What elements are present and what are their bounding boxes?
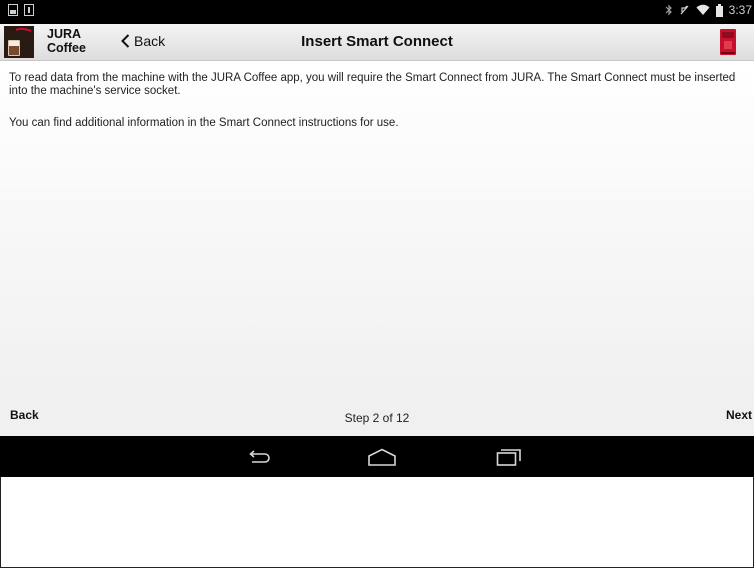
bluetooth-icon [665, 4, 672, 16]
chevron-left-icon [121, 34, 130, 48]
image-icon [8, 4, 18, 16]
back-button[interactable]: Back [121, 33, 165, 49]
back-icon [249, 450, 270, 463]
battery-icon [715, 3, 723, 17]
coffee-machine-icon[interactable] [720, 29, 736, 55]
step-navigation-bar: Back Step 2 of 12 Next [0, 401, 754, 436]
footer-back-button[interactable]: Back [10, 408, 39, 422]
nav-home-button[interactable] [362, 445, 402, 469]
page-title: Insert Smart Connect [301, 33, 453, 50]
jura-app-logo-icon [4, 26, 34, 58]
mute-icon [680, 5, 689, 15]
instruction-paragraph-2: You can find additional information in t… [9, 117, 399, 129]
wifi-icon [696, 4, 710, 15]
status-time: 3:37 [728, 3, 752, 17]
status-bar: 3:37 [0, 0, 754, 24]
app-title-line2: Coffee [47, 41, 86, 55]
system-nav-bar [0, 436, 754, 477]
step-indicator: Step 2 of 12 [344, 411, 410, 425]
footer-next-button[interactable]: Next [726, 408, 752, 422]
back-button-label: Back [134, 33, 166, 49]
instruction-paragraph-1: To read data from the machine with the J… [9, 72, 736, 97]
content-area: To read data from the machine with the J… [0, 61, 754, 401]
home-icon [368, 448, 396, 466]
app-title-line1: JURA [47, 27, 82, 41]
recents-icon [496, 449, 521, 466]
download-icon [24, 4, 34, 16]
app-title: JURA Coffee [47, 27, 86, 55]
nav-recents-button[interactable] [489, 445, 529, 469]
nav-back-button[interactable] [238, 445, 278, 469]
action-bar: JURA Coffee Back Insert Smart Connect [0, 24, 754, 61]
